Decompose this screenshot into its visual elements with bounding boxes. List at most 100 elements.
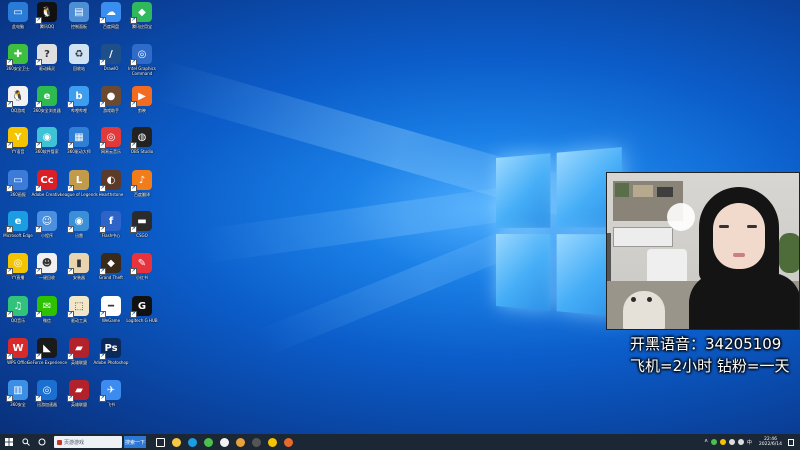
desktop-icon[interactable]: ✈ ↗ 飞书	[93, 380, 129, 420]
app-icon: ▥ ↗	[6, 380, 28, 402]
volume-icon[interactable]	[737, 439, 744, 445]
taskbar-search-box[interactable]: 页游游戏	[54, 436, 122, 448]
shortcut-arrow-icon: ↗	[6, 353, 13, 360]
desktop-icon[interactable]: Ps ↗ Adobe Photoshop	[93, 338, 129, 378]
network-icon[interactable]	[728, 439, 735, 445]
app-icon: f ↗	[99, 211, 121, 233]
desktop-icon[interactable]: ◍ ↗ OBS Studio	[124, 127, 160, 167]
photos-icon[interactable]	[232, 434, 248, 450]
desktop-icon[interactable]: ◉ ↗ 360软件管家	[29, 127, 65, 167]
desktop-icon[interactable]: ✉ ↗ 微信	[29, 296, 65, 336]
desktop-icon-label: Adobe Photoshop	[93, 360, 129, 365]
app-icon: ◆ ↗	[99, 253, 121, 275]
desktop-icon[interactable]: L ↗ League of Legends	[60, 170, 98, 210]
desktop-icon[interactable]: ▦ ↗ 360驱动大师	[61, 127, 97, 167]
desktop-icon[interactable]: ◎ ↗ 迅游加速器	[29, 380, 65, 420]
app-icon: ◍ ↗	[130, 127, 152, 149]
shortcut-arrow-icon: ↗	[130, 101, 137, 108]
desktop-icon[interactable]: ▮ ↗ 安装器	[61, 253, 97, 293]
desktop-icon-label: Intel Graphics Command	[128, 66, 156, 76]
desktop-icon[interactable]: ? ↗ 驱动精灵	[29, 44, 65, 84]
shortcut-arrow-icon: ↗	[35, 142, 42, 149]
desktop-icon-label: Logitech G HUB	[126, 318, 158, 323]
desktop-icon[interactable]: Cc ↗ Adobe Creative	[29, 170, 65, 210]
app-icon: ◆ ↗	[130, 2, 152, 24]
app-icon: ◎ ↗	[35, 380, 57, 402]
shortcut-arrow-icon: ↗	[99, 395, 106, 402]
desktop-icon[interactable]: ▤ 控制面板	[61, 2, 97, 42]
app-icon: ▮ ↗	[67, 253, 89, 275]
cortana-icon[interactable]	[34, 434, 50, 450]
app-icon: Cc ↗	[35, 170, 57, 192]
desktop-icon-label: 腾讯应用宝	[132, 24, 152, 29]
desktop-icon[interactable]: ▬ ↗ CSGO	[124, 211, 160, 251]
shortcut-arrow-icon: ↗	[130, 59, 137, 66]
desktop-icon[interactable]: ⬚ ↗ 驱动工具	[61, 296, 97, 336]
shortcut-arrow-icon: ↗	[67, 395, 74, 402]
shortcut-arrow-icon: ↗	[130, 17, 137, 24]
system-tray: ˄ 中 22:46 2022/6/14	[704, 434, 800, 450]
desktop-icon[interactable]: G ↗ Logitech G HUB	[124, 296, 160, 336]
chevron-up-icon[interactable]: ˄	[704, 439, 708, 445]
system-clock[interactable]: 22:46 2022/6/14	[759, 437, 782, 448]
desktop-icon[interactable]: e ↗ 360安全浏览器	[29, 86, 65, 126]
desktop-icon[interactable]: ▰ ↗ 英雄联盟	[61, 380, 97, 420]
desktop-icon[interactable]: ◎ ↗ Intel Graphics Command	[124, 44, 160, 84]
edge-icon[interactable]	[184, 434, 200, 450]
desktop-icon[interactable]: ◆ ↗ 腾讯应用宝	[124, 2, 160, 42]
obs-icon[interactable]	[248, 434, 264, 450]
desktop-icon[interactable]: ♻ 回收站	[61, 44, 97, 84]
app-icon: ◉ ↗	[35, 127, 57, 149]
shortcut-arrow-icon: ↗	[67, 185, 74, 192]
desktop-icon[interactable]: ▶ ↗ 剪映	[124, 86, 160, 126]
app-icon: ▭ ↗	[6, 170, 28, 192]
photos-icon-glyph	[235, 437, 245, 447]
app-icon: 🐧 ↗	[35, 2, 57, 24]
shortcut-arrow-icon: ↗	[35, 59, 42, 66]
notification-icon[interactable]	[788, 438, 794, 446]
file-explorer-icon[interactable]	[168, 434, 184, 450]
app-icon: ✈ ↗	[99, 380, 121, 402]
game-icon[interactable]	[280, 434, 296, 450]
tray-app-icon[interactable]	[719, 439, 726, 445]
shortcut-arrow-icon: ↗	[67, 142, 74, 149]
desktop-icon[interactable]: 🐧 ↗ 腾讯QQ	[29, 2, 65, 42]
search-box-icon	[57, 439, 62, 445]
yy-icon-glyph	[267, 437, 277, 447]
shortcut-arrow-icon: ↗	[130, 226, 137, 233]
app-icon: ◎ ↗	[99, 127, 121, 149]
yy-icon[interactable]	[264, 434, 280, 450]
app-icon: ◉ ↗	[67, 211, 89, 233]
chrome-icon[interactable]	[216, 434, 232, 450]
app-icon: ◣ ↗	[35, 338, 57, 360]
desktop-icon[interactable]: ☺ ↗ 小程序	[29, 211, 65, 251]
streamer-body	[689, 273, 799, 329]
app-icon: ▰ ↗	[67, 380, 89, 402]
tray-app-icon[interactable]	[710, 439, 717, 445]
start-button[interactable]	[0, 434, 18, 450]
desktop-icon[interactable]: ◣ ↗ GeForce Experience	[27, 338, 67, 378]
shortcut-arrow-icon: ↗	[99, 185, 106, 192]
shortcut-arrow-icon: ↗	[35, 395, 42, 402]
shortcut-arrow-icon: ↗	[6, 226, 13, 233]
app-icon: ◐ ↗	[99, 170, 121, 192]
desktop[interactable]: ▭ 此电脑 🐧 ↗ 腾讯QQ ▤ 控制面板 ☁ ↗ 百度网盘 ◆ ↗ 腾讯应用宝 ✚ ↗ 360安全卫士? ↗ 驱…	[0, 0, 800, 434]
desktop-icon[interactable]: ♪ ↗ 百度翻译	[124, 170, 160, 210]
desktop-icon[interactable]: ✎ ↗ 小红书	[124, 253, 160, 293]
desktop-icon[interactable]: ☻ ↗ 一键回收	[29, 253, 65, 293]
shortcut-arrow-icon: ↗	[99, 353, 106, 360]
desktop-icon[interactable]: ◉ ↗ 迅雷	[61, 211, 97, 251]
desktop-icon[interactable]: ▰ ↗ 英雄联盟	[61, 338, 97, 378]
webcam-overlay	[606, 172, 800, 330]
shortcut-arrow-icon: ↗	[6, 142, 13, 149]
search-icon[interactable]	[18, 434, 34, 450]
360-browser-icon[interactable]	[200, 434, 216, 450]
search-submit-button[interactable]: 搜索一下	[124, 436, 146, 448]
windows-logo	[496, 147, 622, 317]
shortcut-arrow-icon: ↗	[130, 142, 137, 149]
task-view-icon[interactable]	[152, 434, 168, 450]
ime-icon[interactable]: 中	[747, 439, 752, 446]
obs-icon-glyph	[251, 437, 261, 447]
desktop-icon[interactable]: b ↗ 哔哩哔哩	[61, 86, 97, 126]
shortcut-arrow-icon: ↗	[6, 59, 13, 66]
